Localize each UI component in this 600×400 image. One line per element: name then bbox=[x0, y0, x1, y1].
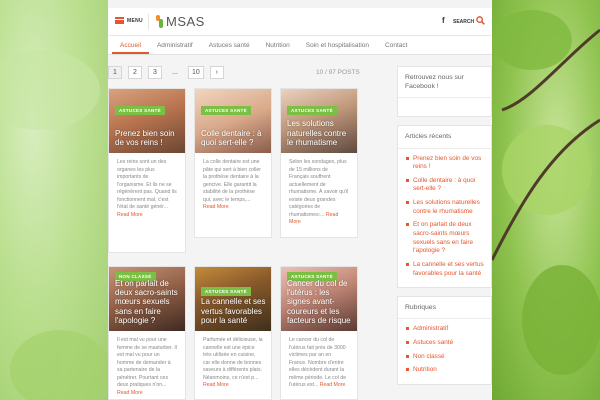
recent-articles-widget: Articles récents Prenez bien soin de vos… bbox=[397, 125, 492, 289]
posts-count: 10 / 97 POSTS bbox=[316, 69, 360, 76]
nav-item-contact[interactable]: Contact bbox=[377, 42, 415, 54]
category-link[interactable]: Nutrition bbox=[405, 366, 484, 375]
page-ellipsis: ... bbox=[172, 69, 178, 76]
widget-title: Rubriques bbox=[398, 297, 491, 320]
nav-item-accueil[interactable]: Accueil bbox=[112, 42, 149, 54]
post-excerpt: Parfumée et délicieuse, la cannelle est … bbox=[195, 331, 271, 398]
background-leaf-right bbox=[492, 0, 600, 400]
excerpt-text: Parfumée et délicieuse, la cannelle est … bbox=[203, 337, 263, 381]
excerpt-text: Il est mal vu pour une femme de se mastu… bbox=[117, 337, 177, 389]
excerpt-text: Le cancer du col de l'utérus fait près d… bbox=[289, 337, 347, 389]
widget-title: Retrouvez nous sur Facebook ! bbox=[398, 67, 491, 99]
post-excerpt: La colle dentaire est une pâte qui sert … bbox=[195, 153, 271, 220]
post-card[interactable]: ASTUCES SANTÉ Les solutions naturelles c… bbox=[280, 88, 358, 238]
main-nav: Accueil Administratif Astuces santé Nutr… bbox=[108, 36, 492, 55]
logo-text: MSAS bbox=[166, 14, 205, 29]
header-divider bbox=[148, 14, 149, 30]
read-more-link[interactable]: Read More bbox=[117, 390, 143, 396]
pagination: 1 2 3 ... 10 › bbox=[108, 66, 224, 79]
search-icon[interactable] bbox=[476, 16, 485, 25]
page-link-3[interactable]: 3 bbox=[148, 66, 162, 79]
site-header: MENU MSAS f SEARCH bbox=[108, 8, 492, 36]
post-excerpt: Le cancer du col de l'utérus fait près d… bbox=[281, 331, 357, 398]
nav-item-administratif[interactable]: Administratif bbox=[149, 42, 201, 54]
post-title[interactable]: Et on parlait de deux sacro-saints mœurs… bbox=[115, 279, 181, 325]
excerpt-text: La colle dentaire est une pâte qui sert … bbox=[203, 159, 261, 203]
read-more-link[interactable]: Read More bbox=[203, 204, 229, 210]
category-link[interactable]: Astuces santé bbox=[405, 339, 484, 348]
menu-label: MENU bbox=[127, 17, 143, 24]
post-excerpt: Les reins sont un des organes les plus i… bbox=[109, 153, 185, 227]
page-link-2[interactable]: 2 bbox=[128, 66, 142, 79]
post-excerpt: Il est mal vu pour une femme de se mastu… bbox=[109, 331, 185, 400]
facebook-widget-body bbox=[398, 98, 491, 116]
background-leaf-left bbox=[0, 0, 108, 400]
recent-article-link[interactable]: Prenez bien soin de vos reins ! bbox=[405, 155, 484, 172]
page-link-1[interactable]: 1 bbox=[108, 66, 122, 79]
category-link[interactable]: Administratif bbox=[405, 325, 484, 334]
logo-mark-icon bbox=[156, 14, 164, 29]
excerpt-text: Selon les sondages, plus de 15 millions … bbox=[289, 159, 349, 218]
facebook-icon[interactable]: f bbox=[442, 16, 445, 25]
post-card[interactable]: ASTUCES SANTÉ Prenez bien soin de vos re… bbox=[108, 88, 186, 253]
recent-article-link[interactable]: La cannelle et ses vertus favorables pou… bbox=[405, 261, 484, 278]
read-more-link[interactable]: Read More bbox=[203, 382, 229, 388]
post-image[interactable]: ASTUCES SANTÉ Les solutions naturelles c… bbox=[281, 89, 357, 153]
category-badge[interactable]: ASTUCES SANTÉ bbox=[115, 106, 165, 116]
post-image[interactable]: ASTUCES SANTÉ Prenez bien soin de vos re… bbox=[109, 89, 185, 153]
facebook-widget: Retrouvez nous sur Facebook ! bbox=[397, 66, 492, 118]
post-title[interactable]: Les solutions naturelles contre le rhuma… bbox=[287, 119, 353, 147]
category-badge[interactable]: ASTUCES SANTÉ bbox=[287, 106, 337, 116]
nav-item-soin-hospitalisation[interactable]: Soin et hospitalisation bbox=[298, 42, 377, 54]
post-image[interactable]: ASTUCES SANTÉ La cannelle et ses vertus … bbox=[195, 267, 271, 331]
menu-button[interactable]: MENU bbox=[115, 17, 143, 24]
read-more-link[interactable]: Read More bbox=[320, 382, 346, 388]
page-link-10[interactable]: 10 bbox=[188, 66, 204, 79]
post-excerpt: Selon les sondages, plus de 15 millions … bbox=[281, 153, 357, 235]
rubriques-widget: Rubriques Administratif Astuces santé No… bbox=[397, 296, 492, 385]
post-card[interactable]: ASTUCES SANTÉ Cancer du col de l'utérus … bbox=[280, 266, 358, 400]
read-more-link[interactable]: Read More bbox=[117, 212, 143, 218]
recent-article-link[interactable]: Colle dentaire : à quoi sert-elle ? bbox=[405, 177, 484, 194]
category-link[interactable]: Non classé bbox=[405, 353, 484, 362]
page-container: MENU MSAS f SEARCH Accueil Administratif… bbox=[108, 8, 492, 400]
post-title[interactable]: Colle dentaire : à quoi sert-elle ? bbox=[201, 129, 267, 147]
post-card[interactable]: NON CLASSÉ Et on parlait de deux sacro-s… bbox=[108, 266, 186, 400]
recent-article-link[interactable]: Les solutions naturelles contre le rhuma… bbox=[405, 199, 484, 216]
post-title[interactable]: La cannelle et ses vertus favorables pou… bbox=[201, 297, 267, 325]
post-title[interactable]: Cancer du col de l'utérus : les signes a… bbox=[287, 279, 353, 325]
post-image[interactable]: NON CLASSÉ Et on parlait de deux sacro-s… bbox=[109, 267, 185, 331]
search-label[interactable]: SEARCH bbox=[453, 19, 474, 25]
hamburger-icon bbox=[115, 17, 124, 24]
post-image[interactable]: ASTUCES SANTÉ Cancer du col de l'utérus … bbox=[281, 267, 357, 331]
widget-title: Articles récents bbox=[398, 126, 491, 149]
category-badge[interactable]: ASTUCES SANTÉ bbox=[201, 106, 251, 116]
excerpt-text: Les reins sont un des organes les plus i… bbox=[117, 159, 177, 211]
nav-item-nutrition[interactable]: Nutrition bbox=[258, 42, 298, 54]
site-logo[interactable]: MSAS bbox=[156, 14, 205, 29]
category-badge[interactable]: ASTUCES SANTÉ bbox=[201, 287, 251, 297]
sidebar: Retrouvez nous sur Facebook ! Articles r… bbox=[397, 66, 492, 393]
post-card[interactable]: ASTUCES SANTÉ La cannelle et ses vertus … bbox=[194, 266, 272, 400]
post-title[interactable]: Prenez bien soin de vos reins ! bbox=[115, 129, 181, 147]
post-image[interactable]: ASTUCES SANTÉ Colle dentaire : à quoi se… bbox=[195, 89, 271, 153]
recent-article-link[interactable]: Et on parlait de deux sacro-saints mœurs… bbox=[405, 221, 484, 256]
nav-item-astuces-sante[interactable]: Astuces santé bbox=[201, 42, 258, 54]
next-page-button[interactable]: › bbox=[209, 66, 224, 79]
post-card[interactable]: ASTUCES SANTÉ Colle dentaire : à quoi se… bbox=[194, 88, 272, 238]
